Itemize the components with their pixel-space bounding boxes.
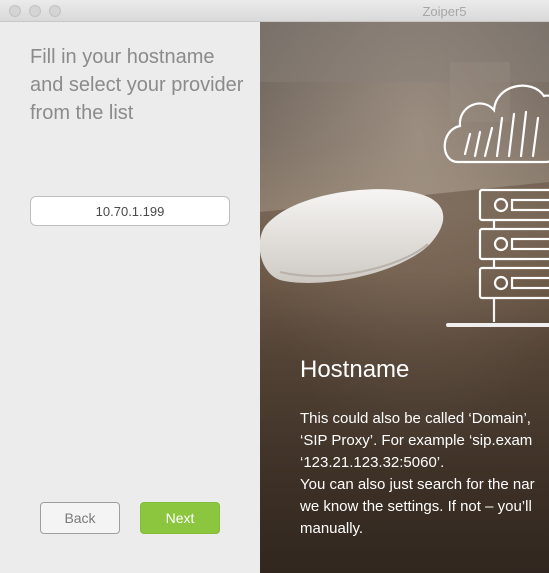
info-line: ‘123.21.123.32:5060’.	[300, 454, 445, 471]
info-line: manually.	[300, 520, 364, 537]
setup-form-panel: Fill in your hostname and select your pr…	[0, 22, 260, 573]
instruction-text: Fill in your hostname and select your pr…	[30, 46, 244, 124]
info-line: You can also just search for the nar	[300, 476, 535, 493]
info-description: This could also be called ‘Domain’, ‘SIP…	[300, 408, 549, 540]
back-button[interactable]: Back	[40, 502, 120, 534]
info-panel: Hostname This could also be called ‘Doma…	[260, 22, 549, 573]
info-line: ‘SIP Proxy’. For example ‘sip.exam	[300, 432, 533, 449]
window-title: Zoiper5	[422, 4, 467, 19]
title-bar: Zoiper5	[0, 0, 549, 22]
info-line: This could also be called ‘Domain’,	[300, 410, 531, 427]
info-title: Hostname	[300, 356, 410, 383]
hostname-input[interactable]	[30, 196, 230, 226]
info-line: we know the settings. If not – you’ll	[300, 498, 532, 515]
next-button[interactable]: Next	[140, 502, 220, 534]
